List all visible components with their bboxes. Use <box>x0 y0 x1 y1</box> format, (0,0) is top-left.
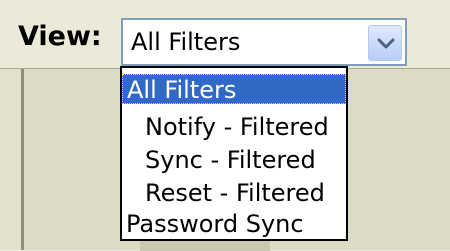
view-label: View: <box>18 21 102 52</box>
option-all-filters[interactable]: All Filters <box>122 74 346 104</box>
view-combobox[interactable]: All Filters <box>121 18 407 66</box>
option-reset-filtered[interactable]: Reset - Filtered <box>122 178 346 208</box>
combo-selected-value: All Filters <box>131 28 241 56</box>
left-panel-edge <box>0 69 24 250</box>
filter-dropdown-list: All Filters Notify - Filtered Sync - Fil… <box>120 66 348 241</box>
chevron-down-icon <box>377 38 395 49</box>
option-password-sync[interactable]: Password Sync <box>122 209 346 239</box>
dropdown-arrow-button[interactable] <box>368 25 402 61</box>
option-sync-filtered[interactable]: Sync - Filtered <box>122 145 346 175</box>
option-notify-filtered[interactable]: Notify - Filtered <box>122 112 346 142</box>
